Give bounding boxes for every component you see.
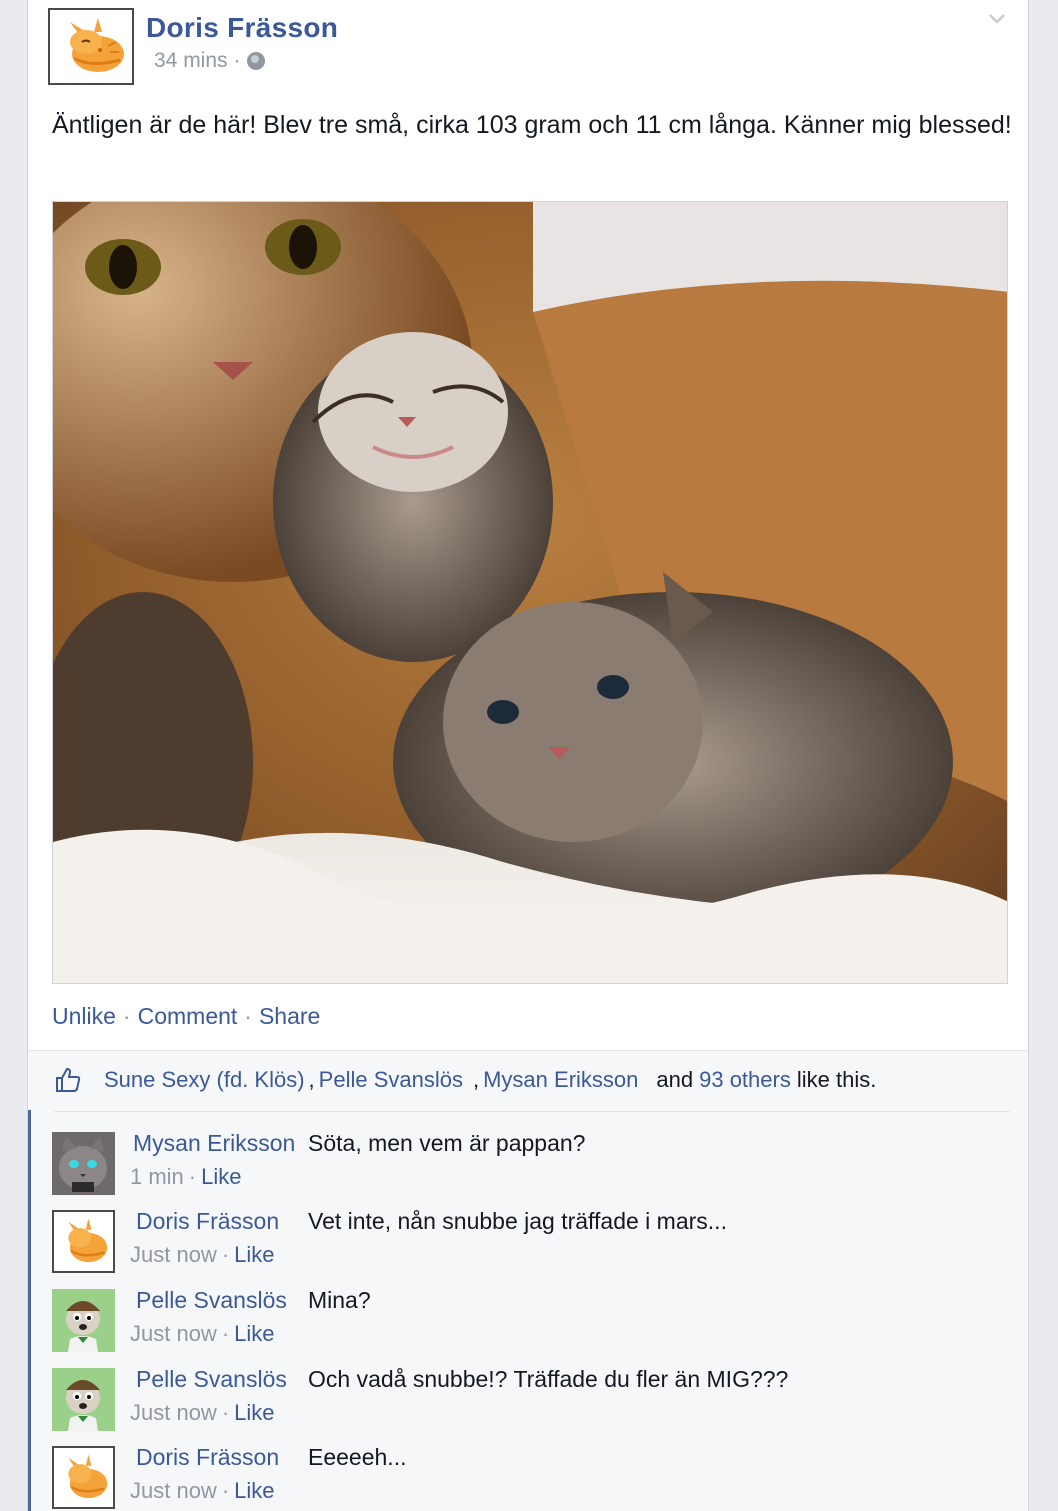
commenter-avatar[interactable] — [52, 1446, 115, 1509]
comment-like-link[interactable]: Like — [201, 1164, 241, 1190]
comment-like-link[interactable]: Like — [234, 1478, 274, 1504]
comment-meta: Just now · Like — [130, 1321, 275, 1347]
likes-divider — [54, 1111, 1010, 1112]
cartoon-cat-avatar-icon — [52, 1289, 115, 1352]
comment-like-link[interactable]: Like — [234, 1400, 274, 1426]
comment-time[interactable]: 1 min — [130, 1164, 184, 1190]
commenter-avatar[interactable] — [52, 1210, 115, 1273]
kittens-photo-icon — [53, 202, 1007, 983]
comment-meta-sep: · — [221, 1478, 230, 1503]
share-link[interactable]: Share — [259, 1003, 320, 1030]
thumbs-up-icon — [56, 1067, 81, 1092]
comment-author[interactable]: Doris Frässon — [136, 1444, 279, 1471]
liker-name[interactable]: Pelle Svanslös — [319, 1067, 463, 1093]
comment-item: Doris Frässon Eeeeeh... Just now · Like — [52, 1444, 1002, 1511]
post-timestamp[interactable]: 34 mins — [154, 49, 228, 73]
likes-suffix: like this. — [796, 1067, 877, 1092]
action-separator: · — [122, 1003, 131, 1029]
post-meta: 34 mins · — [154, 49, 265, 73]
commenter-avatar[interactable] — [52, 1289, 115, 1352]
post-actions: Unlike · Comment · Share — [52, 1003, 320, 1030]
likes-summary: Sune Sexy (fd. Klös) , Pelle Svanslös , … — [54, 1066, 876, 1094]
comment-item: Doris Frässon Vet inte, nån snubbe jag t… — [52, 1208, 1002, 1286]
comment-time[interactable]: Just now — [130, 1242, 217, 1268]
post-photo[interactable] — [52, 201, 1008, 984]
comment-meta: Just now · Like — [130, 1478, 275, 1504]
likes-others-link[interactable]: 93 others — [699, 1067, 791, 1093]
liker-comma: , — [472, 1067, 480, 1092]
post-card: Doris Frässon 34 mins · Äntligen är de h… — [27, 0, 1029, 1511]
globe-icon[interactable] — [246, 52, 265, 70]
comment-text: Mina? — [308, 1287, 371, 1313]
unlike-link[interactable]: Unlike — [52, 1003, 116, 1030]
comment-item: Mysan Eriksson Söta, men vem är pappan? … — [52, 1130, 1002, 1208]
comment-meta-sep: · — [221, 1321, 230, 1346]
comment-item: Pelle Svanslös Mina? Just now · Like — [52, 1287, 1002, 1365]
commenter-avatar[interactable] — [52, 1368, 115, 1431]
comment-text: Och vadå snubbe!? Träffade du fler än MI… — [308, 1366, 789, 1392]
comment-meta: 1 min · Like — [130, 1164, 241, 1190]
post-text: Äntligen är de här! Blev tre små, cirka … — [52, 111, 1012, 139]
comment-author[interactable]: Pelle Svanslös — [136, 1287, 287, 1314]
orange-cat-avatar-icon — [54, 1212, 113, 1271]
comment-text: Vet inte, nån snubbe jag träffade i mars… — [308, 1208, 727, 1234]
comment-time[interactable]: Just now — [130, 1321, 217, 1347]
comment-like-link[interactable]: Like — [234, 1242, 274, 1268]
comment-like-link[interactable]: Like — [234, 1321, 274, 1347]
post-author-name[interactable]: Doris Frässon — [146, 12, 338, 44]
cartoon-cat-avatar-icon — [52, 1368, 115, 1431]
comment-meta-sep: · — [188, 1164, 197, 1189]
comment-meta-sep: · — [221, 1242, 230, 1267]
comment-author[interactable]: Mysan Eriksson — [133, 1130, 295, 1157]
comments-accent-bar — [28, 1110, 31, 1511]
grey-cat-avatar-icon — [52, 1132, 115, 1195]
comment-item: Pelle Svanslös Och vadå snubbe!? Träffad… — [52, 1366, 1002, 1444]
comment-time[interactable]: Just now — [130, 1400, 217, 1426]
chevron-down-icon[interactable] — [988, 10, 1006, 28]
comment-meta: Just now · Like — [130, 1400, 275, 1426]
comment-link[interactable]: Comment — [138, 1003, 238, 1030]
liker-name[interactable]: Sune Sexy (fd. Klös) — [104, 1067, 305, 1093]
comment-text: Eeeeeh... — [308, 1444, 407, 1470]
comment-author[interactable]: Doris Frässon — [136, 1208, 279, 1235]
author-avatar[interactable] — [48, 8, 134, 85]
comment-meta: Just now · Like — [130, 1242, 275, 1268]
liker-name[interactable]: Mysan Eriksson — [483, 1067, 638, 1093]
liker-comma: , — [308, 1067, 315, 1092]
comment-meta-sep: · — [221, 1400, 230, 1425]
orange-cat-avatar-icon — [50, 10, 132, 83]
action-separator: · — [244, 1003, 252, 1029]
commenter-avatar[interactable] — [52, 1132, 115, 1195]
comment-time[interactable]: Just now — [130, 1478, 217, 1504]
orange-cat-avatar-icon — [54, 1448, 113, 1507]
meta-separator: · — [233, 49, 241, 72]
comment-text: Söta, men vem är pappan? — [308, 1130, 586, 1156]
likes-and: and — [656, 1067, 694, 1092]
comment-author[interactable]: Pelle Svanslös — [136, 1366, 287, 1393]
